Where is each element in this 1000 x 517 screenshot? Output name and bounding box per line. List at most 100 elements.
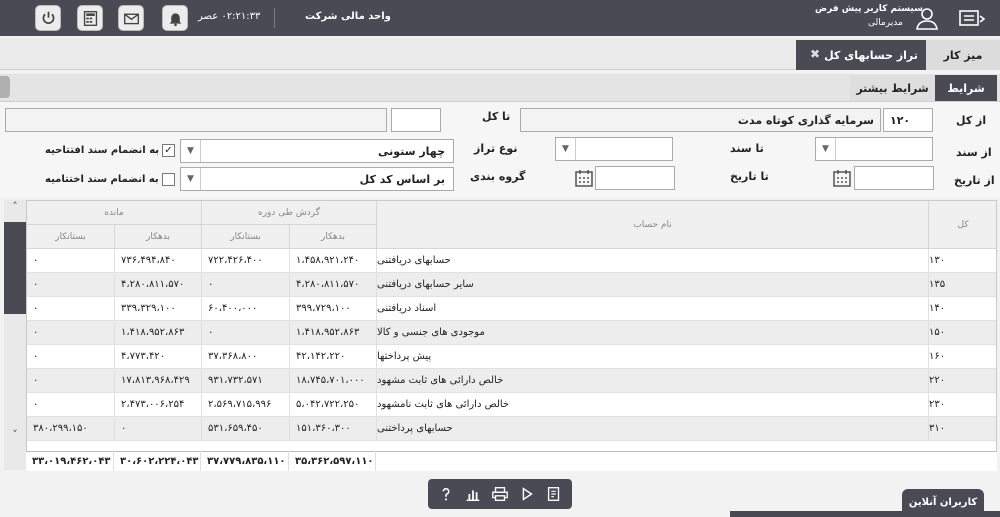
export-icon[interactable] (543, 483, 565, 505)
cell-turnover-debit: ۱،۴۱۸،۹۵۲،۸۶۳ (290, 321, 377, 344)
cell-turnover-debit: ۱،۴۵۸،۹۲۱،۲۴۰ (290, 249, 377, 272)
scroll-down-icon[interactable]: ˅ (4, 428, 26, 446)
chart-icon[interactable] (462, 483, 484, 505)
calculator-icon[interactable] (77, 5, 103, 31)
run-icon[interactable] (516, 483, 538, 505)
grouping-select[interactable]: ▼ بر اساس کد کل (180, 167, 454, 191)
total-turnover-debit: ۳۵،۳۶۲،۵۹۷،۱۱۰ (289, 451, 376, 471)
cell-balance-credit: ۰ (27, 345, 115, 368)
from-kol-code-input[interactable]: ۱۲۰ (883, 108, 933, 132)
tab-trial-balance[interactable]: ✖ تراز حسابهای کل (796, 40, 926, 70)
cell-account-name: پیش پرداختها (377, 345, 929, 368)
table-row[interactable]: ۰ ۷۳۶،۴۹۴،۸۴۰ ۷۲۲،۴۲۶،۴۰۰ ۱،۴۵۸،۹۲۱،۲۴۰ حساب… (27, 249, 996, 273)
cell-account-name: موجودی های جنسی و کالا (377, 321, 929, 344)
user-avatar-icon[interactable] (914, 5, 940, 31)
cell-balance-credit: ۰ (27, 273, 115, 296)
table-row[interactable]: ۰ ۴،۷۷۳،۴۲۰ ۳۷،۳۶۸،۸۰۰ ۴۲،۱۴۲،۲۲۰ پیش پرداخت… (27, 345, 996, 369)
from-sanad-select[interactable]: ▼ (815, 137, 933, 161)
col-header-balance-credit[interactable]: بستانکار (27, 225, 115, 249)
cell-balance-debit: ۷۳۶،۴۹۴،۸۴۰ (115, 249, 202, 272)
table-row[interactable]: ۰ ۱۷،۸۱۳،۹۶۸،۴۲۹ ۹۳۱،۷۳۲،۵۷۱ ۱۸،۷۴۵،۷۰۱،۰۰۰… (27, 369, 996, 393)
to-sanad-select[interactable]: ▼ (555, 137, 673, 161)
cell-turnover-credit: ۳۷،۳۶۸،۸۰۰ (202, 345, 290, 368)
menu-icon[interactable] (958, 7, 988, 29)
print-icon[interactable] (489, 483, 511, 505)
tab-desk-label: میز کار (943, 48, 983, 62)
subtabs-bar: شرایط شرایط بیشتر (0, 74, 1000, 102)
cell-turnover-debit: ۵،۰۴۲،۷۲۲،۲۵۰ (290, 393, 377, 416)
opening-doc-checkbox[interactable]: ✓ (162, 144, 175, 157)
power-icon[interactable] (35, 5, 61, 31)
cell-account-name: خالص دارائی های ثابت نامشهود (377, 393, 929, 416)
unit-name: واحد مالی شرکت (305, 11, 391, 22)
subtab-more-conditions-label: شرایط بیشتر (856, 81, 929, 95)
col-header-turnover-debit[interactable]: بدهکار (290, 225, 377, 249)
table-row[interactable]: ۳۸۰،۲۹۹،۱۵۰ ۰ ۵۳۱،۶۵۹،۴۵۰ ۱۵۱،۳۶۰،۳۰۰ حسابها… (27, 417, 996, 441)
mail-icon[interactable] (118, 5, 144, 31)
to-kol-code-input[interactable] (391, 108, 441, 132)
cell-turnover-credit: ۵۳۱،۶۵۹،۴۵۰ (202, 417, 290, 440)
user-title: سیستم کاربر پیش فرض (815, 4, 923, 14)
top-bar: ۰۲:۲۱:۳۳ عصر واحد مالی شرکت سیستم کاربر … (0, 0, 1000, 36)
closing-doc-checkbox[interactable] (162, 173, 175, 186)
cell-kol-code: ۱۵۰ (929, 321, 996, 344)
scroll-thumb[interactable] (4, 222, 26, 314)
scroll-up-icon[interactable]: ˄ (4, 200, 26, 218)
cell-turnover-credit: ۶۰،۴۰۰،۰۰۰ (202, 297, 290, 320)
cell-balance-debit: ۲،۴۷۳،۰۰۶،۲۵۴ (115, 393, 202, 416)
bell-icon[interactable] (162, 5, 188, 31)
cell-kol-code: ۱۳۵ (929, 273, 996, 296)
calendar-icon[interactable] (832, 168, 852, 188)
cell-turnover-debit: ۴،۲۸۰،۸۱۱،۵۷۰ (290, 273, 377, 296)
cell-balance-debit: ۱،۴۱۸،۹۵۲،۸۶۳ (115, 321, 202, 344)
table-row[interactable]: ۰ ۲،۴۷۳،۰۰۶،۲۵۴ ۲،۵۶۹،۷۱۵،۹۹۶ ۵،۰۴۲،۷۲۲،۲۵۰… (27, 393, 996, 417)
cell-turnover-debit: ۱۸،۷۴۵،۷۰۱،۰۰۰ (290, 369, 377, 392)
from-sanad-label: از سند (956, 146, 992, 159)
subtab-conditions[interactable]: شرایط (935, 75, 997, 101)
balance-type-select[interactable]: ▼ چهار ستونی (180, 139, 454, 163)
vertical-scrollbar[interactable]: ˄ ˅ (4, 200, 26, 470)
cell-balance-credit: ۰ (27, 297, 115, 320)
cell-turnover-credit: ۰ (202, 273, 290, 296)
col-header-balance-debit[interactable]: بدهکار (115, 225, 202, 249)
subtab-more-conditions[interactable]: شرایط بیشتر (850, 75, 935, 101)
cell-balance-debit: ۳۳۹،۳۲۹،۱۰۰ (115, 297, 202, 320)
opening-doc-label: به انضمام سند افتتاحیه (45, 145, 160, 156)
from-date-input[interactable] (854, 166, 934, 190)
table-row[interactable]: ۰ ۳۳۹،۳۲۹،۱۰۰ ۶۰،۴۰۰،۰۰۰ ۳۹۹،۷۲۹،۱۰۰ اسناد د… (27, 297, 996, 321)
total-balance-credit: ۳۳،۰۱۹،۴۶۲،۰۴۳ (26, 451, 114, 471)
cell-kol-code: ۲۲۰ (929, 369, 996, 392)
col-header-turnover-credit[interactable]: بستانکار (202, 225, 290, 249)
online-users-label: کاربران آنلاین (908, 496, 978, 508)
table-row[interactable]: ۰ ۱،۴۱۸،۹۵۲،۸۶۳ ۰ ۱،۴۱۸،۹۵۲،۸۶۳ موجودی های ج… (27, 321, 996, 345)
trial-balance-table: کل نام حساب گردش طی دوره مانده بدهکار بس… (26, 200, 997, 470)
bottom-toolbar (428, 479, 572, 509)
chevron-down-icon: ▼ (556, 138, 576, 160)
col-header-name[interactable]: نام حساب (377, 201, 929, 249)
tab-close-icon[interactable]: ✖ (810, 47, 820, 61)
cell-kol-code: ۱۴۰ (929, 297, 996, 320)
panel-handle[interactable] (0, 76, 10, 98)
cell-turnover-debit: ۳۹۹،۷۲۹،۱۰۰ (290, 297, 377, 320)
cell-kol-code: ۳۱۰ (929, 417, 996, 440)
tab-desk[interactable]: میز کار (926, 40, 1000, 70)
to-date-input[interactable] (595, 166, 675, 190)
cell-account-name: حسابهای دریافتنی (377, 249, 929, 272)
grouping-value: بر اساس کد کل (359, 172, 445, 186)
chevron-down-icon: ▼ (816, 138, 836, 160)
cell-balance-credit: ۰ (27, 369, 115, 392)
cell-turnover-credit: ۰ (202, 321, 290, 344)
filter-panel: شرایط شرایط بیشتر از کل ۱۲۰ سرمایه گذاری… (0, 74, 1000, 198)
chevron-down-icon: ▼ (181, 168, 201, 190)
online-users-bar (730, 511, 1000, 517)
cell-account-name: سایر حسابهای دریافتنی (377, 273, 929, 296)
cell-balance-debit: ۴،۲۸۰،۸۱۱،۵۷۰ (115, 273, 202, 296)
balance-type-value: چهار ستونی (378, 144, 445, 158)
chevron-down-icon: ▼ (181, 140, 201, 162)
col-header-kol[interactable]: کل (929, 201, 996, 249)
total-balance-debit: ۳۰،۶۰۲،۲۲۴،۰۴۳ (114, 451, 201, 471)
help-icon[interactable] (435, 483, 457, 505)
calendar-icon[interactable] (574, 168, 594, 188)
tabs-bar: میز کار ✖ تراز حسابهای کل (0, 38, 1000, 70)
table-row[interactable]: ۰ ۴،۲۸۰،۸۱۱،۵۷۰ ۰ ۴،۲۸۰،۸۱۱،۵۷۰ سایر حسابهای… (27, 273, 996, 297)
